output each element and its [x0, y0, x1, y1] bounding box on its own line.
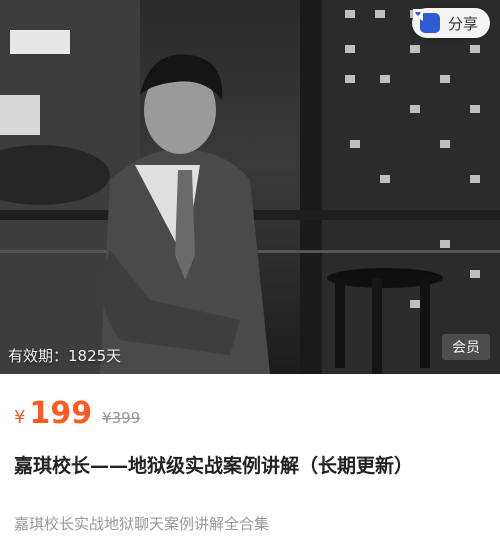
validity-period: 有效期：1825天: [8, 347, 122, 365]
cover-photo: [0, 0, 500, 374]
currency-symbol: ¥: [14, 407, 26, 428]
share-button[interactable]: 分享: [411, 8, 490, 38]
member-badge: 会员: [442, 334, 490, 360]
current-price: 199: [29, 396, 93, 431]
course-title: 嘉琪校长——地狱级实战案例讲解（长期更新）: [14, 455, 414, 477]
course-cover-image: 分享 有效期：1825天 会员: [0, 0, 500, 374]
share-label: 分享: [447, 14, 478, 33]
bookmark-heart-icon: [412, 9, 440, 33]
original-price: ¥399: [102, 409, 141, 427]
price-row: ¥ 199 ¥399: [14, 396, 140, 431]
course-subtitle: 嘉琪校长实战地狱聊天案例讲解全合集: [14, 515, 270, 533]
